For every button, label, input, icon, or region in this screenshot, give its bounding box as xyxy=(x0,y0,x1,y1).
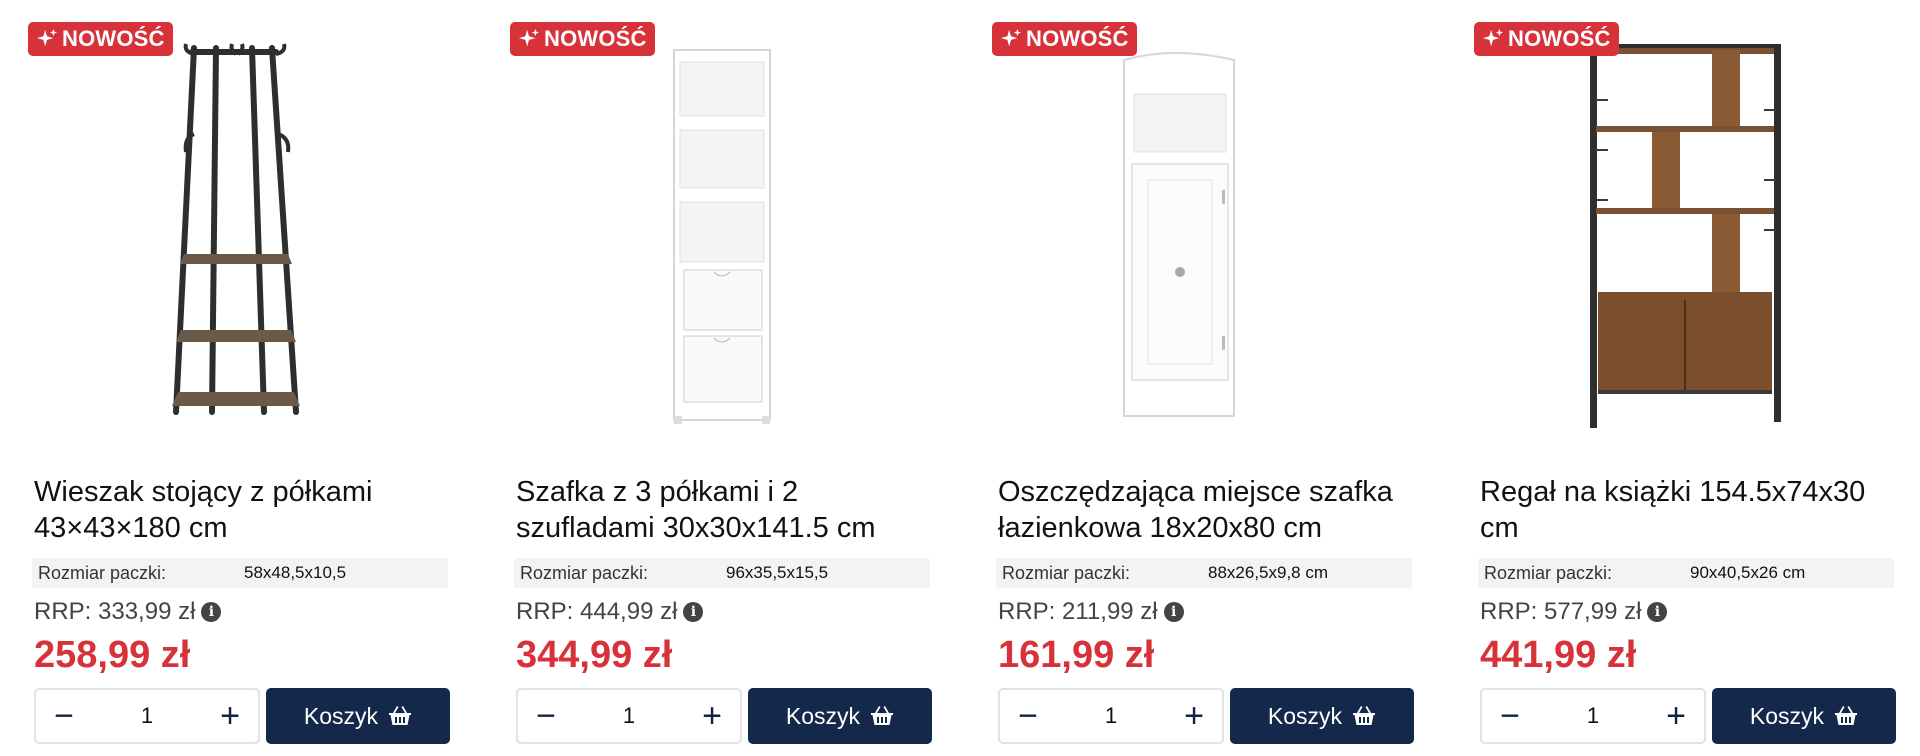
badge-label: NOWOŚĆ xyxy=(544,26,647,51)
package-size: Rozmiar paczki: 90x40,5x26 cm xyxy=(1478,558,1894,588)
increase-quantity-button[interactable]: + xyxy=(1648,690,1704,742)
badge-label: NOWOŚĆ xyxy=(1026,26,1129,51)
package-size-value: 96x35,5x15,5 xyxy=(726,563,829,582)
package-size-label: Rozmiar paczki: xyxy=(1002,563,1131,583)
rrp-price: RRP: 333,99 zł i xyxy=(34,598,222,626)
info-icon[interactable]: i xyxy=(1647,602,1668,622)
basket-icon xyxy=(1353,706,1376,725)
new-badge: NOWOŚĆ xyxy=(992,22,1137,56)
sale-price: 258,99 zł xyxy=(34,634,191,676)
bookshelf-image xyxy=(1590,44,1781,428)
product-image[interactable] xyxy=(26,40,446,440)
package-size-value: 90x40,5x26 cm xyxy=(1690,563,1806,582)
add-to-cart-button[interactable]: Koszyk xyxy=(1230,688,1414,744)
package-size: Rozmiar paczki: 96x35,5x15,5 xyxy=(514,558,930,588)
bathroom-cabinet-image xyxy=(1123,52,1235,417)
product-image[interactable] xyxy=(990,40,1410,440)
package-size-label: Rozmiar paczki: xyxy=(520,563,649,583)
product-card: NOWOŚĆ Szafka z 3 półkami i 2 szufladami… xyxy=(508,0,956,756)
product-grid: NOWOŚĆ Wieszak stojący z półkami 43×43×1… xyxy=(0,0,1920,756)
decrease-quantity-button[interactable]: − xyxy=(1000,690,1056,742)
product-title[interactable]: Oszczędzająca miejsce szafka łazienkowa … xyxy=(998,474,1418,546)
product-title[interactable]: Regał na książki 154.5x74x30 cm xyxy=(1480,474,1900,546)
new-badge: NOWOŚĆ xyxy=(510,22,655,56)
sparkle-icon xyxy=(518,28,540,47)
coat-rack-image xyxy=(172,43,300,415)
sale-price: 344,99 zł xyxy=(516,634,673,676)
increase-quantity-button[interactable]: + xyxy=(1166,690,1222,742)
badge-label: NOWOŚĆ xyxy=(1508,26,1611,51)
add-to-cart-button[interactable]: Koszyk xyxy=(748,688,932,744)
add-to-cart-button[interactable]: Koszyk xyxy=(266,688,450,744)
product-card: NOWOŚĆ Regał na książki 154.5x74x30 cm R… xyxy=(1472,0,1920,756)
add-to-cart-label: Koszyk xyxy=(303,702,379,729)
info-icon[interactable]: i xyxy=(1163,602,1184,622)
quantity-input[interactable] xyxy=(1056,690,1166,742)
add-to-cart-button[interactable]: Koszyk xyxy=(1712,688,1896,744)
new-badge: NOWOŚĆ xyxy=(28,22,173,56)
decrease-quantity-button[interactable]: − xyxy=(36,690,92,742)
increase-quantity-button[interactable]: + xyxy=(202,690,258,742)
package-size-label: Rozmiar paczki: xyxy=(1484,563,1613,583)
basket-icon xyxy=(871,706,894,725)
badge-label: NOWOŚĆ xyxy=(62,26,165,51)
white-tall-cabinet-image xyxy=(673,49,771,424)
package-size-value: 58x48,5x10,5 xyxy=(244,563,347,582)
product-image[interactable] xyxy=(1472,40,1892,440)
rrp-text: RRP: 577,99 zł xyxy=(1480,598,1642,625)
info-icon[interactable]: i xyxy=(201,602,222,622)
quantity-input[interactable] xyxy=(1538,690,1648,742)
decrease-quantity-button[interactable]: − xyxy=(1482,690,1538,742)
add-to-cart-label: Koszyk xyxy=(1749,702,1825,729)
quantity-stepper: − + xyxy=(516,688,742,744)
rrp-text: RRP: 444,99 zł xyxy=(516,598,678,625)
package-size: Rozmiar paczki: 88x26,5x9,8 cm xyxy=(996,558,1412,588)
basket-icon xyxy=(389,706,412,725)
rrp-text: RRP: 333,99 zł xyxy=(34,598,196,625)
new-badge: NOWOŚĆ xyxy=(1474,22,1619,56)
increase-quantity-button[interactable]: + xyxy=(684,690,740,742)
basket-icon xyxy=(1835,706,1858,725)
sale-price: 161,99 zł xyxy=(998,634,1155,676)
rrp-price: RRP: 444,99 zł i xyxy=(516,598,704,626)
quantity-stepper: − + xyxy=(1480,688,1706,744)
package-size-label: Rozmiar paczki: xyxy=(38,563,167,583)
quantity-input[interactable] xyxy=(574,690,684,742)
product-card: NOWOŚĆ Oszczędzająca miejsce szafka łazi… xyxy=(990,0,1438,756)
sparkle-icon xyxy=(1482,28,1504,47)
add-to-cart-label: Koszyk xyxy=(1267,702,1343,729)
quantity-input[interactable] xyxy=(92,690,202,742)
product-title[interactable]: Wieszak stojący z półkami 43×43×180 cm xyxy=(34,474,454,546)
product-card: NOWOŚĆ Wieszak stojący z półkami 43×43×1… xyxy=(26,0,474,756)
rrp-text: RRP: 211,99 zł xyxy=(998,598,1158,625)
sparkle-icon xyxy=(1000,28,1022,47)
quantity-stepper: − + xyxy=(34,688,260,744)
quantity-stepper: − + xyxy=(998,688,1224,744)
package-size: Rozmiar paczki: 58x48,5x10,5 xyxy=(32,558,448,588)
sparkle-icon xyxy=(36,28,58,47)
add-to-cart-label: Koszyk xyxy=(785,702,861,729)
rrp-price: RRP: 577,99 zł i xyxy=(1480,598,1668,626)
sale-price: 441,99 zł xyxy=(1480,634,1637,676)
info-icon[interactable]: i xyxy=(683,602,704,622)
product-image[interactable] xyxy=(508,40,928,440)
package-size-value: 88x26,5x9,8 cm xyxy=(1208,563,1329,582)
decrease-quantity-button[interactable]: − xyxy=(518,690,574,742)
rrp-price: RRP: 211,99 zł i xyxy=(998,598,1184,626)
product-title[interactable]: Szafka z 3 półkami i 2 szufladami 30x30x… xyxy=(516,474,936,546)
